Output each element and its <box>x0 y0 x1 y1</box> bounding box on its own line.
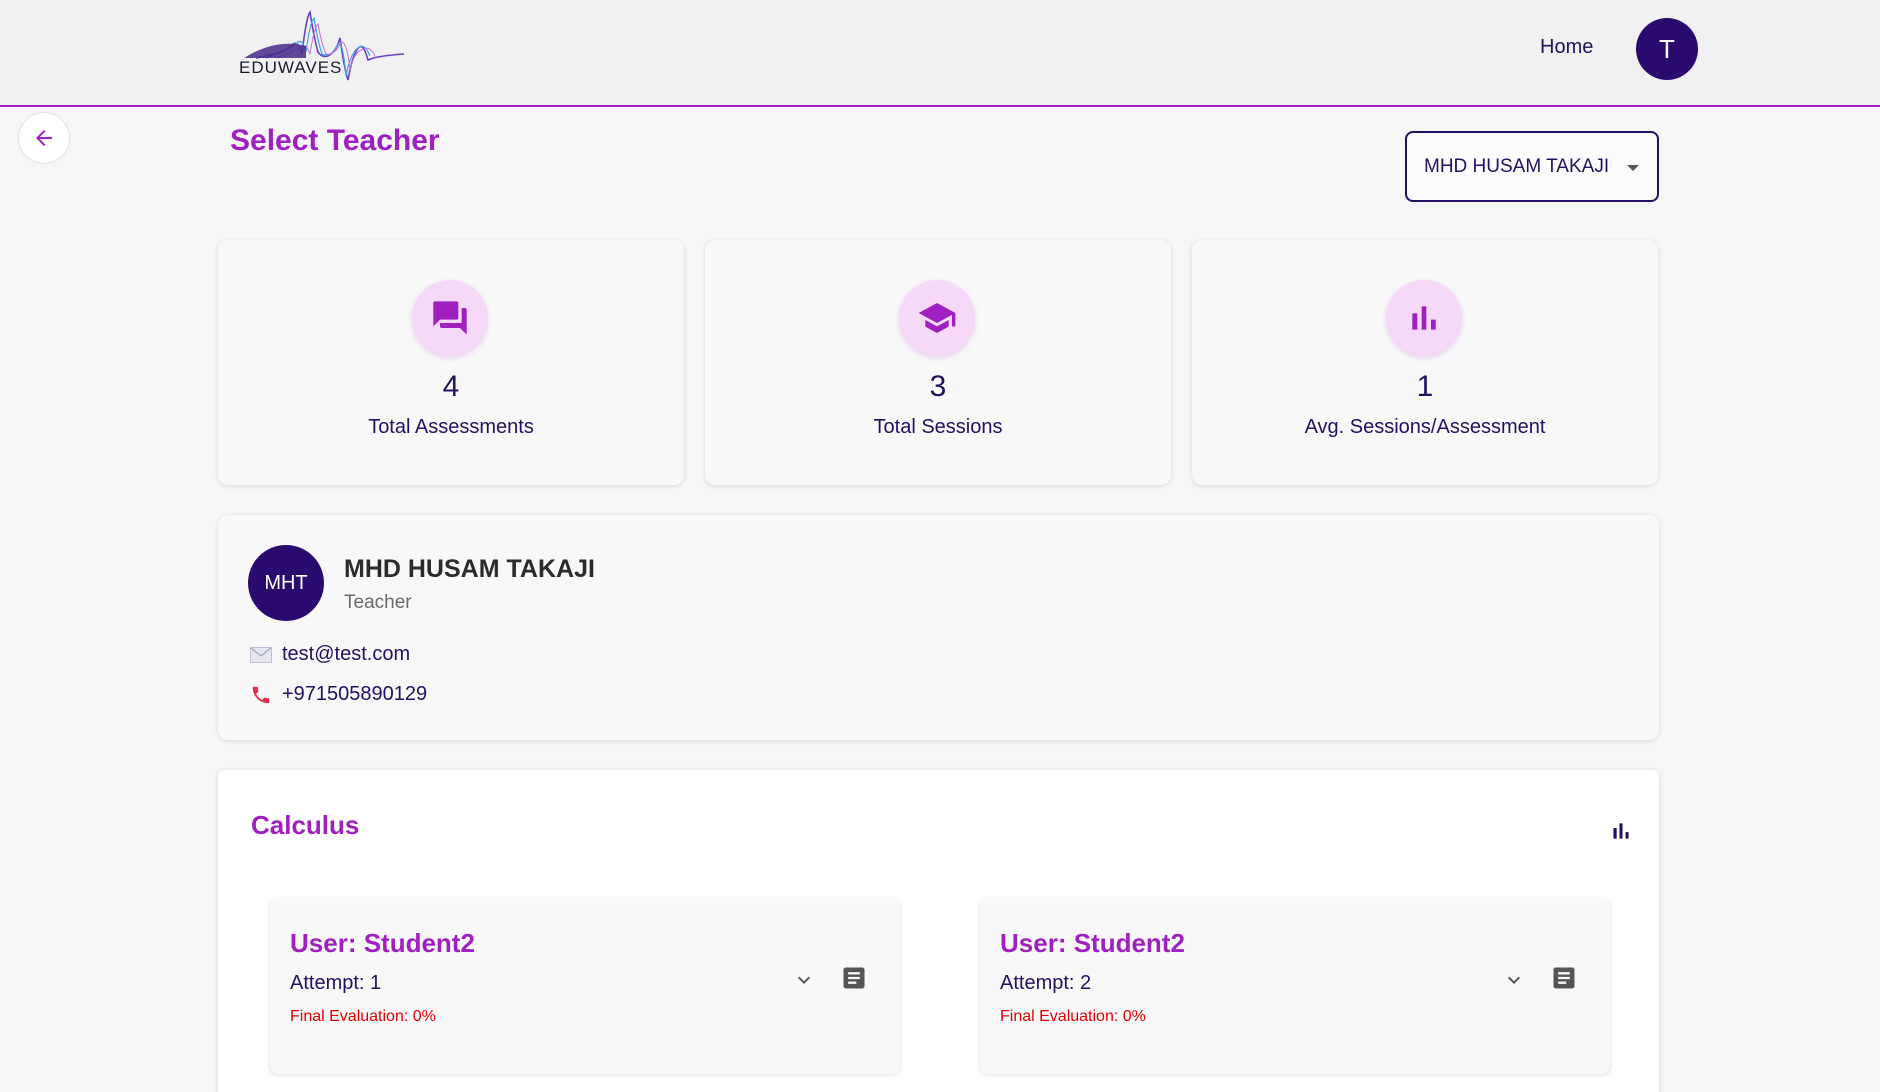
course-card: Calculus User: Student2 Attempt: 1 Final… <box>218 770 1659 1092</box>
stat-label: Total Assessments <box>368 416 534 438</box>
attempt-user: User: Student2 <box>290 928 475 958</box>
chevron-down-icon <box>1627 165 1639 171</box>
avatar: MHT <box>248 545 324 621</box>
bar-chart-icon[interactable] <box>1608 818 1634 849</box>
attempt-card: User: Student2 Attempt: 2 Final Evaluati… <box>980 898 1610 1074</box>
stat-card-assessments: 4 Total Assessments <box>218 240 684 485</box>
contact-phone-row: +971505890129 <box>250 683 427 706</box>
attempt-card: User: Student2 Attempt: 1 Final Evaluati… <box>270 898 900 1074</box>
page-title: Select Teacher <box>230 124 440 157</box>
forum-icon <box>412 280 488 356</box>
profile-phone[interactable]: +971505890129 <box>282 683 427 706</box>
course-title: Calculus <box>251 810 360 840</box>
expand-more-icon[interactable] <box>1502 968 1526 997</box>
stat-value: 1 <box>1416 370 1434 403</box>
arrow-left-icon <box>36 130 52 146</box>
stat-value: 3 <box>929 370 947 403</box>
nav-home-link[interactable]: Home <box>1540 36 1593 59</box>
profile-email[interactable]: test@test.com <box>282 643 410 666</box>
contact-email-row: test@test.com <box>250 643 410 666</box>
attempt-number: Attempt: 1 <box>290 972 382 994</box>
stat-card-sessions: 3 Total Sessions <box>705 240 1171 485</box>
bar-chart-icon <box>1386 280 1462 356</box>
stat-value: 4 <box>442 370 460 403</box>
stat-label: Avg. Sessions/Assessment <box>1304 416 1546 438</box>
profile-role: Teacher <box>344 592 412 613</box>
stat-card-average: 1 Avg. Sessions/Assessment <box>1192 240 1658 485</box>
back-button[interactable] <box>18 112 70 164</box>
teacher-profile-card: MHT MHD HUSAM TAKAJI Teacher test@test.c… <box>218 515 1659 740</box>
top-header: EDUWAVES Home T <box>0 0 1880 107</box>
attempt-user: User: Student2 <box>1000 928 1185 958</box>
attempt-evaluation: Final Evaluation: 0% <box>1000 1008 1146 1025</box>
user-avatar-button[interactable]: T <box>1636 18 1698 80</box>
mail-icon <box>250 644 272 666</box>
expand-more-icon[interactable] <box>792 968 816 997</box>
attempt-number: Attempt: 2 <box>1000 972 1092 994</box>
document-icon[interactable] <box>840 964 868 997</box>
attempt-evaluation: Final Evaluation: 0% <box>290 1008 436 1025</box>
teacher-select-dropdown[interactable]: MHD HUSAM TAKAJI <box>1405 131 1659 202</box>
stat-label: Total Sessions <box>873 416 1003 438</box>
school-icon <box>899 280 975 356</box>
profile-name: MHD HUSAM TAKAJI <box>344 555 595 583</box>
document-icon[interactable] <box>1550 964 1578 997</box>
teacher-select-value: MHD HUSAM TAKAJI <box>1424 155 1610 177</box>
logo-text: EDUWAVES <box>239 58 343 77</box>
eduwaves-logo[interactable]: EDUWAVES <box>236 8 406 88</box>
phone-icon <box>250 684 272 706</box>
